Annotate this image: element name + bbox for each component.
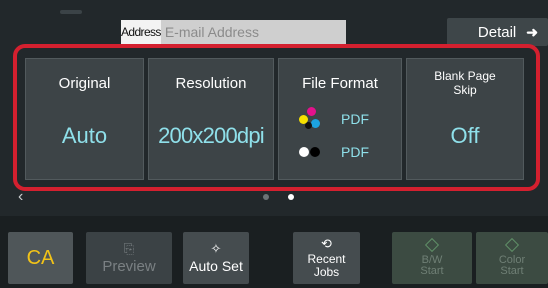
- status-indicator: [60, 10, 82, 14]
- page-dot-2[interactable]: [288, 194, 294, 200]
- page-dot-1[interactable]: [263, 194, 269, 200]
- bw-format-value: PDF: [341, 144, 369, 160]
- start-diamond-icon: [504, 237, 520, 252]
- color-format-value: PDF: [341, 111, 369, 127]
- bw-start-line1: B/W: [421, 253, 443, 266]
- bw-format-row: PDF: [299, 144, 369, 160]
- ca-label: CA: [26, 246, 55, 269]
- preview-icon: ⎘: [123, 240, 135, 256]
- bw-dots-icon: [299, 147, 323, 157]
- resolution-setting-tile[interactable]: Resolution 200x200dpi: [148, 58, 274, 180]
- arrow-right-icon: ➜: [526, 23, 538, 40]
- recent-jobs-button[interactable]: ⟲ Recent Jobs: [293, 232, 360, 284]
- ca-button[interactable]: CA: [8, 232, 73, 284]
- color-start-line2: Start: [500, 264, 524, 277]
- auto-set-button[interactable]: ✧ Auto Set: [183, 232, 249, 284]
- original-value: Auto: [61, 123, 108, 148]
- preview-button[interactable]: ⎘ Preview: [86, 232, 172, 284]
- chevron-left-icon[interactable]: ‹: [18, 188, 23, 206]
- original-setting-tile[interactable]: Original Auto: [25, 58, 144, 180]
- start-diamond-icon: [424, 237, 440, 252]
- color-format-row: PDF: [299, 107, 369, 131]
- resolution-value: 200x200dpi: [158, 123, 265, 148]
- address-label: Address: [121, 20, 161, 44]
- settings-tiles: Original Auto Resolution 200x200dpi File…: [25, 58, 530, 180]
- color-start-button[interactable]: Color Start: [476, 232, 548, 284]
- detail-label: Detail: [477, 23, 517, 41]
- file-format-setting-tile[interactable]: File Format PDF PDF: [278, 58, 402, 180]
- bw-start-line2: Start: [420, 264, 444, 277]
- tile-title-file-format: File Format: [302, 75, 378, 92]
- tile-title-blank-page-skip: Blank Page Skip: [434, 69, 496, 97]
- address-field-group[interactable]: Address: [121, 20, 346, 44]
- history-icon: ⟲: [321, 236, 332, 251]
- auto-set-label: Auto Set: [189, 258, 243, 274]
- email-address-input[interactable]: [160, 20, 346, 44]
- tile-title-resolution: Resolution: [175, 75, 247, 92]
- tile-title-original: Original: [58, 75, 111, 92]
- scan-screen: Address Detail ➜ Original Auto Resolutio…: [0, 0, 548, 288]
- auto-set-icon: ✧: [210, 241, 222, 256]
- recent-label-line2: Jobs: [313, 265, 340, 279]
- blank-page-skip-value: Off: [450, 123, 480, 148]
- color-dots-icon: [299, 107, 323, 131]
- preview-label: Preview: [102, 257, 156, 275]
- top-bar: Address Detail ➜: [0, 0, 548, 46]
- bw-start-button[interactable]: B/W Start: [392, 232, 472, 284]
- blank-page-skip-setting-tile[interactable]: Blank Page Skip Off: [406, 58, 524, 180]
- detail-button[interactable]: Detail ➜: [447, 18, 548, 46]
- color-start-line1: Color: [498, 253, 526, 266]
